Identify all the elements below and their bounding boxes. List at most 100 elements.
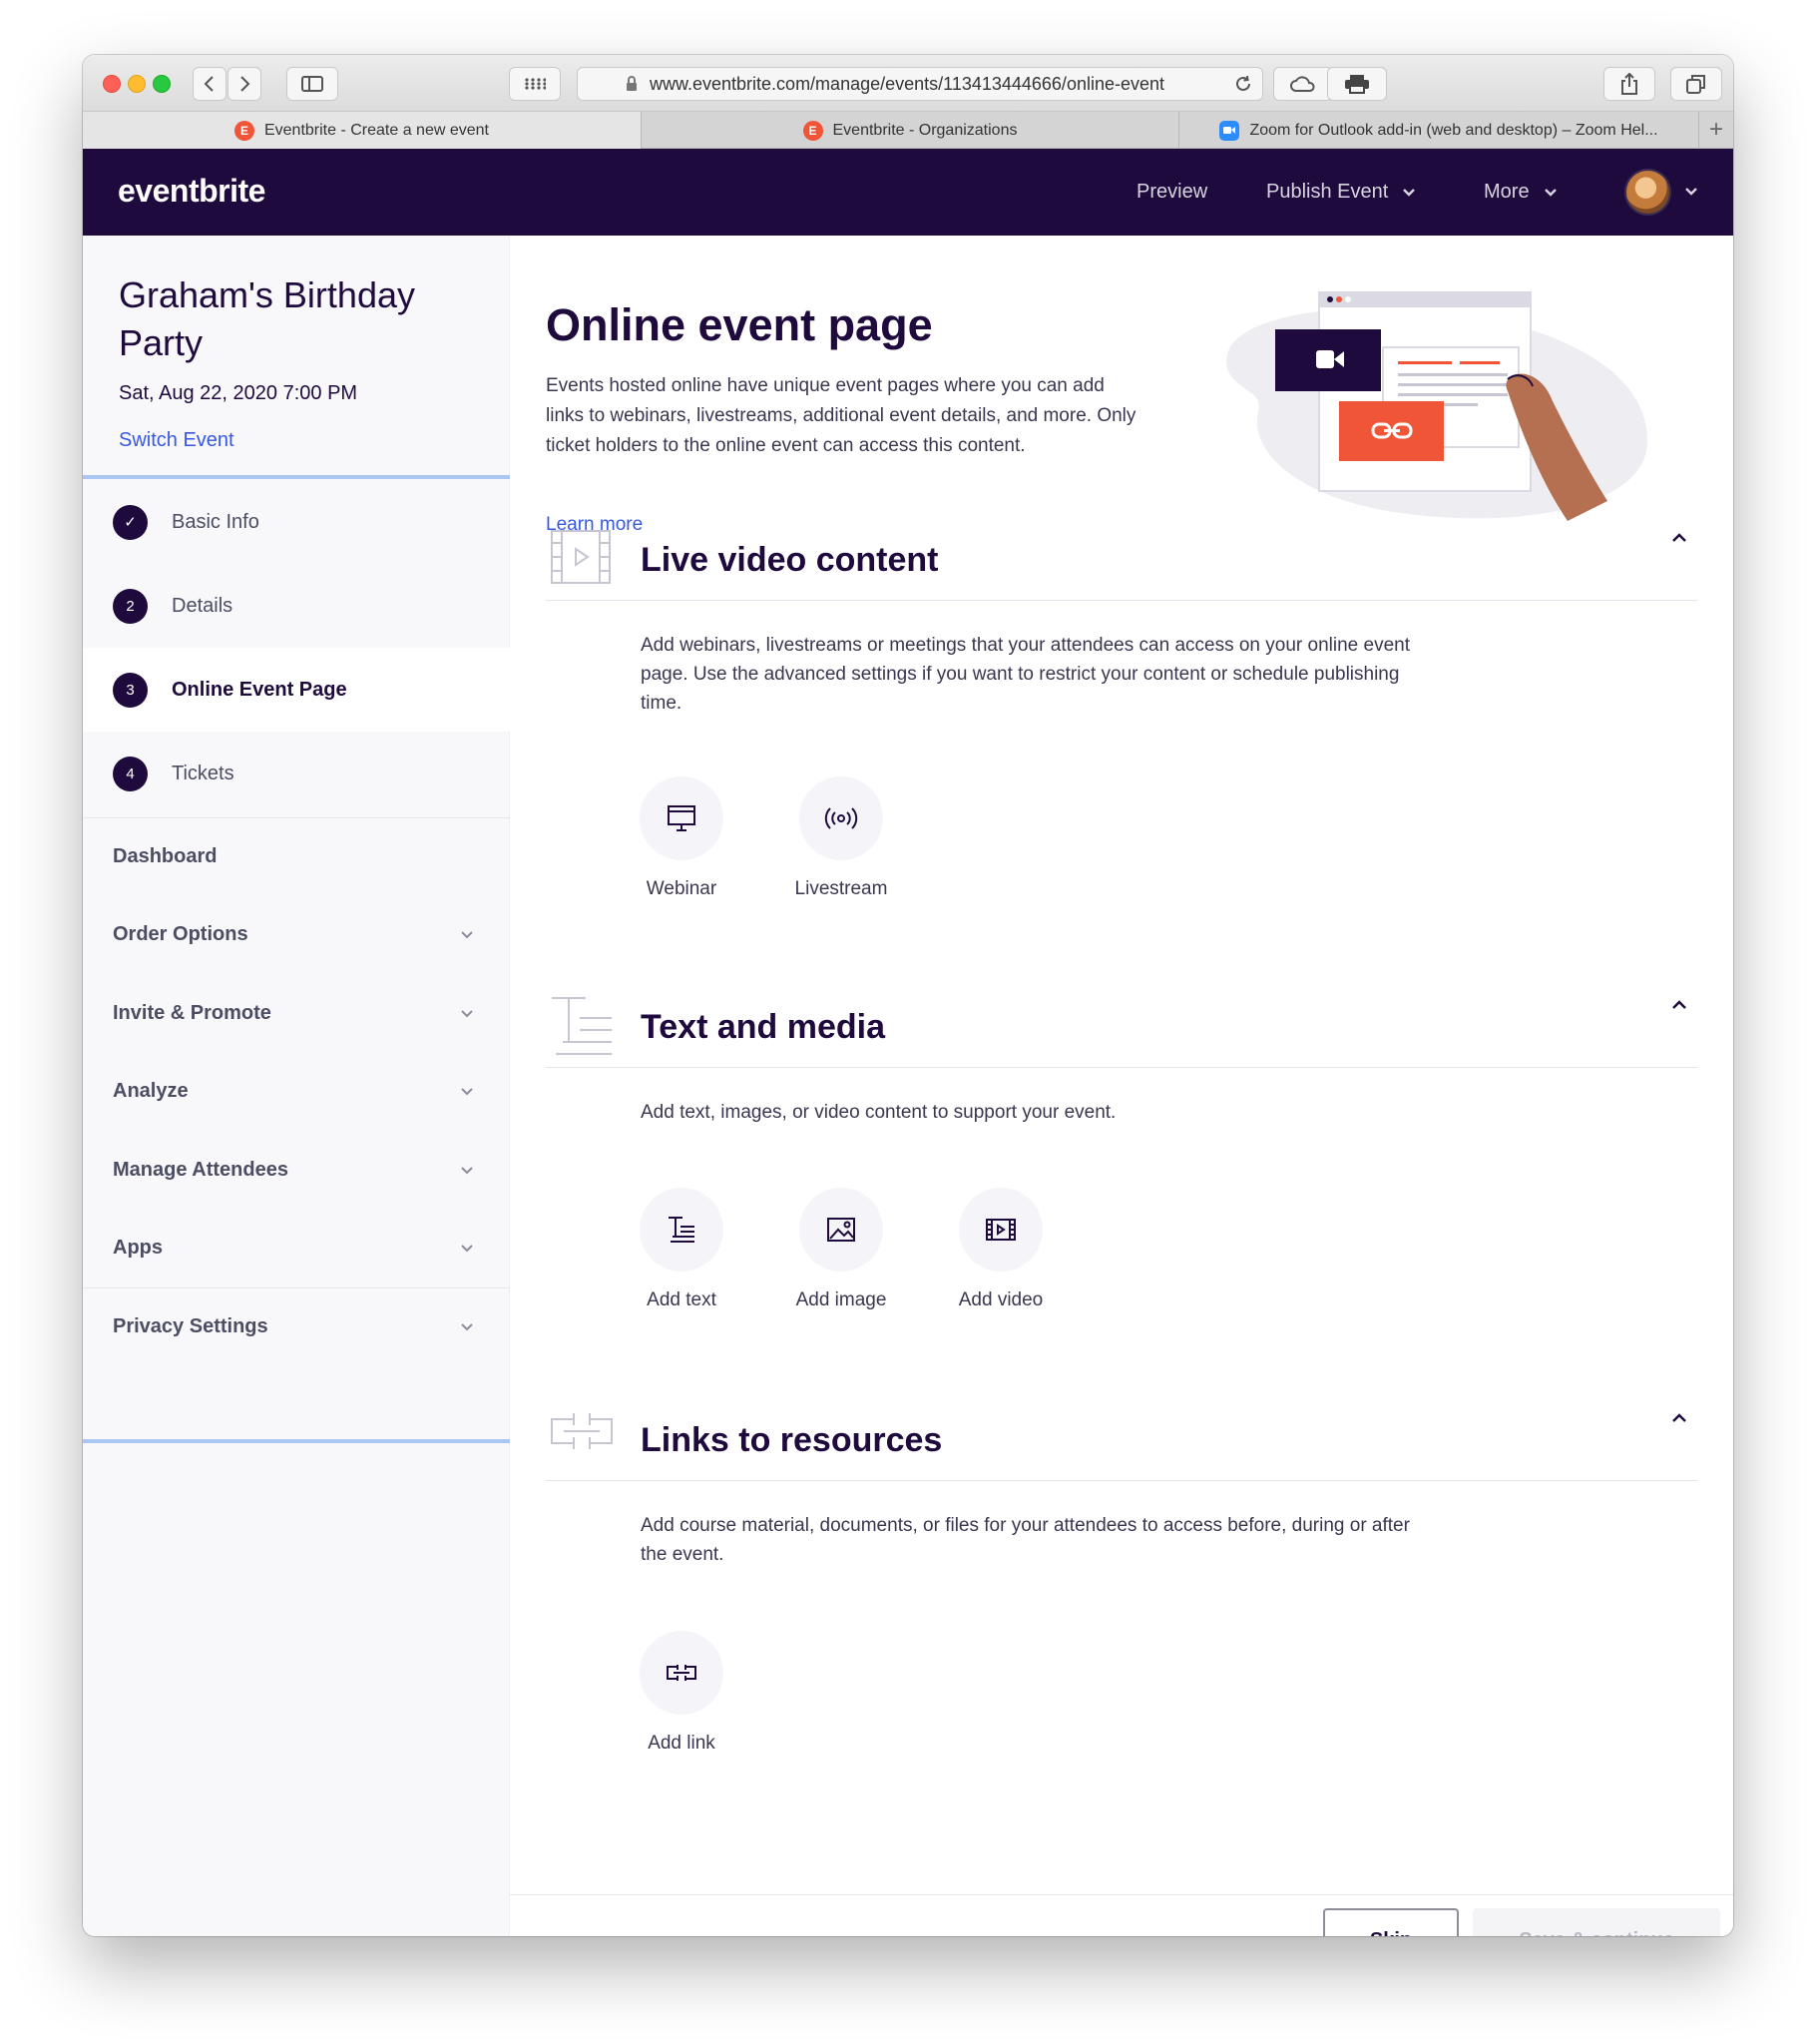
option-label: Livestream <box>794 878 888 899</box>
add-video-option[interactable]: Add video <box>931 1188 1071 1311</box>
publish-event-label: Publish Event <box>1266 181 1389 203</box>
share-button[interactable] <box>1603 67 1655 101</box>
section-links-resources: Links to resources Add course material, … <box>546 1409 1697 1754</box>
icloud-tabs-button[interactable] <box>1273 67 1333 101</box>
save-continue-button[interactable]: Save & continue <box>1473 1908 1720 1936</box>
livestream-option[interactable]: Livestream <box>771 776 911 900</box>
chevron-up-icon[interactable] <box>1671 1413 1687 1423</box>
add-image-option[interactable]: Add image <box>771 1188 911 1311</box>
step-details[interactable]: 2 Details <box>83 564 510 648</box>
tab-overview-button[interactable] <box>509 67 561 101</box>
menu-apps[interactable]: Apps <box>83 1210 510 1288</box>
browser-tab-zoom[interactable]: Zoom for Outlook add-in (web and desktop… <box>1179 112 1699 149</box>
switch-event-link[interactable]: Switch Event <box>119 429 234 452</box>
chevron-down-icon[interactable] <box>1684 187 1698 196</box>
menu-privacy-settings[interactable]: Privacy Settings <box>83 1287 510 1366</box>
minimize-window-button[interactable] <box>128 75 146 93</box>
more-label: More <box>1484 181 1530 203</box>
page-description: Events hosted online have unique event p… <box>546 375 1136 456</box>
film-icon <box>986 1219 1016 1241</box>
forward-button[interactable] <box>227 67 261 101</box>
section-title: Live video content <box>641 541 939 579</box>
step-number: 3 <box>113 672 148 708</box>
chevron-down-icon <box>461 1323 473 1331</box>
chevron-down-icon <box>461 931 473 939</box>
print-button[interactable] <box>1327 67 1387 101</box>
broadcast-icon <box>824 807 858 829</box>
sidebar-toggle-button[interactable] <box>286 67 338 101</box>
skip-button[interactable]: Skip <box>1323 1908 1459 1936</box>
publish-event-dropdown[interactable]: Publish Event <box>1266 181 1416 204</box>
eventbrite-logo[interactable]: eventbrite <box>118 173 265 210</box>
address-bar[interactable]: www.eventbrite.com/manage/events/1134134… <box>577 67 1263 101</box>
page-title: Online event page <box>546 299 933 350</box>
user-avatar[interactable] <box>1624 169 1671 216</box>
footer-actions: Skip Save & continue <box>510 1894 1733 1936</box>
event-date: Sat, Aug 22, 2020 7:00 PM <box>119 382 358 404</box>
step-basic-info[interactable]: ✓ Basic Info <box>83 480 510 564</box>
reload-icon[interactable] <box>1232 73 1254 95</box>
step-label: Details <box>172 594 233 617</box>
section-description: Add text, images, or video content to su… <box>641 1102 1117 1123</box>
more-dropdown[interactable]: More <box>1484 181 1558 204</box>
browser-tab-create-event[interactable]: E Eventbrite - Create a new event <box>83 112 642 149</box>
link-frame-icon <box>551 1413 613 1449</box>
eventbrite-favicon-icon: E <box>802 120 823 141</box>
menu-label: Manage Attendees <box>113 1158 288 1181</box>
add-link-option[interactable]: Add link <box>612 1631 751 1755</box>
option-circle <box>640 776 723 860</box>
preview-link[interactable]: Preview <box>1136 181 1207 204</box>
menu-manage-attendees[interactable]: Manage Attendees <box>83 1131 510 1210</box>
section-header[interactable]: Live video content <box>546 529 1697 601</box>
checkmark-icon: ✓ <box>113 504 148 540</box>
sidebar: Graham's Birthday Party Sat, Aug 22, 202… <box>83 236 510 1936</box>
close-window-button[interactable] <box>103 75 121 93</box>
option-circle <box>799 1188 883 1272</box>
maximize-window-button[interactable] <box>153 75 171 93</box>
option-circle <box>799 776 883 860</box>
option-circle <box>640 1188 723 1272</box>
menu-dashboard[interactable]: Dashboard <box>83 817 510 896</box>
step-online-event-page[interactable]: 3 Online Event Page <box>83 648 510 732</box>
option-label: Add text <box>647 1289 716 1310</box>
section-header[interactable]: Links to resources <box>546 1409 1697 1481</box>
chevron-down-icon <box>461 1245 473 1253</box>
browser-window: www.eventbrite.com/manage/events/1134134… <box>83 55 1733 1936</box>
step-tickets[interactable]: 4 Tickets <box>83 732 510 815</box>
new-tab-button[interactable]: + <box>1699 112 1733 148</box>
menu-invite-promote[interactable]: Invite & Promote <box>83 974 510 1053</box>
show-all-tabs-button[interactable] <box>1670 67 1722 101</box>
add-text-option[interactable]: Add text <box>612 1188 751 1311</box>
webinar-option[interactable]: Webinar <box>612 776 751 900</box>
create-steps: ✓ Basic Info 2 Details 3 Online Event Pa… <box>83 480 510 815</box>
browser-tab-organizations[interactable]: E Eventbrite - Organizations <box>642 112 1179 149</box>
step-label: Online Event Page <box>172 678 347 701</box>
link-icon <box>667 1665 696 1681</box>
url-text: www.eventbrite.com/manage/events/1134134… <box>650 73 1165 94</box>
option-label: Add link <box>648 1733 715 1754</box>
tab-label: Zoom for Outlook add-in (web and desktop… <box>1249 121 1658 139</box>
text-format-icon <box>552 997 612 1055</box>
tab-bar: E Eventbrite - Create a new event E Even… <box>83 112 1733 149</box>
step-number: 2 <box>113 588 148 624</box>
option-label: Add video <box>958 1289 1044 1310</box>
section-title: Links to resources <box>641 1421 943 1459</box>
tab-label: Eventbrite - Organizations <box>832 121 1018 139</box>
chevron-up-icon[interactable] <box>1671 533 1687 543</box>
section-header[interactable]: Text and media <box>546 996 1697 1068</box>
event-title: Graham's Birthday Party <box>119 274 415 363</box>
menu-analyze[interactable]: Analyze <box>83 1053 510 1132</box>
eventbrite-favicon-icon: E <box>233 120 254 141</box>
video-frame-icon <box>551 530 611 584</box>
back-button[interactable] <box>193 67 227 101</box>
section-live-video: Live video content Add webinars, livestr… <box>546 529 1697 899</box>
menu-order-options[interactable]: Order Options <box>83 896 510 975</box>
printer-icon <box>1345 75 1369 94</box>
app-header: eventbrite Preview Publish Event More <box>83 149 1733 236</box>
grid-icon <box>525 78 546 90</box>
step-label: Basic Info <box>172 510 259 533</box>
menu-label: Apps <box>113 1237 163 1260</box>
chevron-down-icon <box>461 1167 473 1175</box>
chevron-up-icon[interactable] <box>1671 1000 1687 1010</box>
section-title: Text and media <box>641 1008 885 1046</box>
